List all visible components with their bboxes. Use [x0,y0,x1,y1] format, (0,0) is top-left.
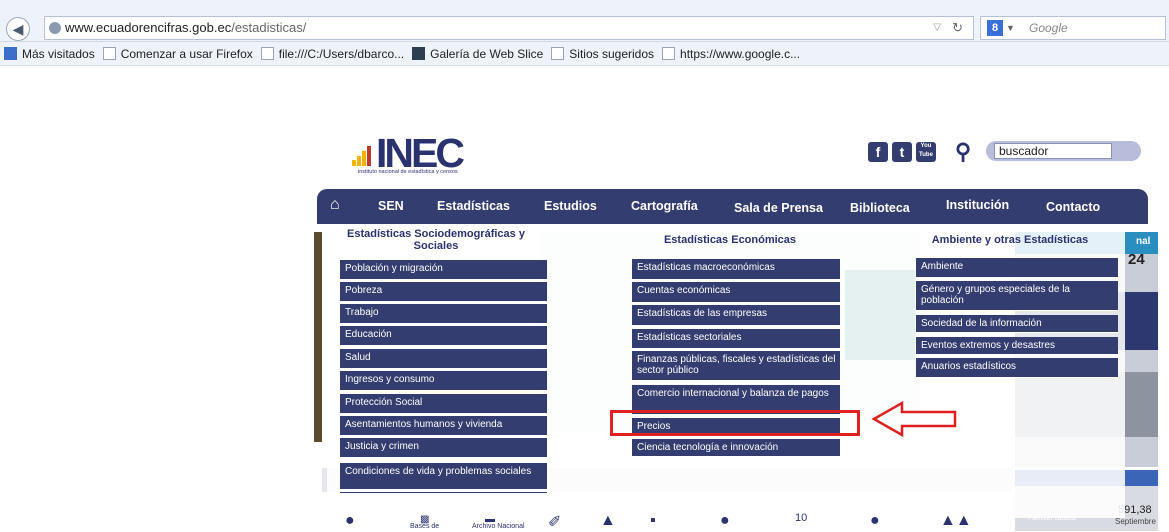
quick-link-label: Bases de [410,523,440,530]
menu-item-poblacion-y-migracion[interactable]: Población y migración [340,260,547,280]
page-icon [102,47,116,60]
inec-logo[interactable]: INEC instituto nacional de estadística y… [352,130,512,176]
search-engine-box[interactable]: 8 ▼ Google [980,16,1166,40]
column-title-ambiente[interactable]: Ambiente y otras Estadísticas [915,234,1105,246]
user-icon[interactable]: ● [870,512,880,530]
page-icon [551,47,565,60]
bookmark-item[interactable]: Galería de Web Slice [412,47,543,61]
menu-item-justicia-y-crimen[interactable]: Justicia y crimen [340,438,547,458]
menu-item-ingresos-y-consumo[interactable]: Ingresos y consumo [340,371,547,391]
search-input[interactable]: buscador [994,143,1112,159]
side-top-number: 24 [1128,251,1145,268]
chart-icon[interactable]: ● [345,512,355,530]
nav-item-estadisticas[interactable]: Estadísticas [437,199,510,213]
quick-link-label: Archivo Nacional [472,523,525,530]
page-icon [260,47,274,60]
menu-item-estadisticas-sectoriales[interactable]: Estadísticas sectoriales [632,329,840,349]
youtube-icon[interactable]: You Tube [916,142,936,162]
map-icon[interactable]: ▪ [650,512,656,530]
canasta-month: Septiembre [1115,517,1156,526]
bookmark-label: file:///C:/Users/dbarco... [278,46,405,61]
bookmark-item[interactable]: Más visitados [4,47,95,61]
bookmark-item[interactable]: Sitios sugeridos [551,47,654,61]
nav-item-sala-de-prensa[interactable]: Sala de Prensa [734,201,823,215]
bookmark-item[interactable]: Comenzar a usar Firefox [102,46,253,61]
bookmarks-icon [4,47,17,60]
bookmark-label: Sitios sugeridos [569,46,655,61]
menu-item-genero-y-grupos-especiales-de-la-poblacion[interactable]: Género y grupos especiales de la poblaci… [916,281,1118,311]
banner-image-left [314,232,322,442]
bookmark-label: Comenzar a usar Firefox [120,46,253,61]
group-icon[interactable]: ▲▲ [940,512,972,530]
logo-tagline: instituto nacional de estadística y cens… [358,169,458,175]
nav-item-contacto[interactable]: Contacto [1046,200,1100,214]
url-domain: www.ecuadorencifras.gob.ec [65,20,232,35]
menu-item-ciencia-tecnologia-e-innovacion[interactable]: Ciencia tecnología e innovación [632,439,840,457]
menu-item-ambiente[interactable]: Ambiente [916,258,1118,278]
back-arrow-icon: ◀ [12,20,24,37]
logo-bar [362,151,366,166]
menu-item-proteccion-social[interactable]: Protección Social [340,394,547,414]
highlight-arrow-icon [871,400,957,438]
highlight-box [610,410,860,436]
address-bar[interactable]: www.ecuadorencifras.gob.ec/estadisticas/… [44,16,974,40]
calendar-icon[interactable]: 10 [795,512,807,524]
search-icon[interactable]: ⚲ [955,139,971,165]
menu-item-finanzas-publicas-fiscales-y-estadisticas-del-sector-publico[interactable]: Finanzas públicas, fiscales y estadístic… [632,351,840,381]
forward-button[interactable] [30,21,42,37]
menu-item-anuarios-estadisticos[interactable]: Anuarios estadísticos [916,358,1118,378]
globe-icon [49,22,61,34]
menu-item-estadisticas-macroeconomicas[interactable]: Estadísticas macroeconómicas [632,259,840,280]
book-icon[interactable]: ▲ [600,512,616,530]
menu-item-educacion[interactable]: Educación [340,326,547,346]
menu-item-trabajo[interactable]: Trabajo [340,304,547,324]
bookmark-label: Galería de Web Slice [430,46,544,61]
url-path: /estadisticas/ [231,20,307,35]
page-icon [662,47,676,60]
dropdown-arrow-icon[interactable]: ▽ [933,17,941,39]
column-title-economicas[interactable]: Estadísticas Económicas [640,234,820,246]
person-icon[interactable]: ● [720,512,730,530]
search-engine-placeholder: Google [1029,21,1068,35]
nav-item-institucion[interactable]: Institución [946,198,1009,212]
menu-item-pobreza[interactable]: Pobreza [340,282,547,302]
logo-bar [357,156,361,166]
twitter-icon[interactable]: t [892,142,912,162]
bookmarks-bar: Más visitados Comenzar a usar Firefox file… [0,42,1169,66]
facebook-icon[interactable]: f [868,142,888,162]
side-top-label: nal [1136,236,1151,247]
nav-item-biblioteca[interactable]: Biblioteca [850,201,910,215]
logo-bar [352,160,356,166]
menu-item-salud[interactable]: Salud [340,349,547,369]
nav-item-estudios[interactable]: Estudios [544,199,597,213]
google-icon[interactable]: 8 [987,20,1003,36]
menu-item-asentamientos-humanos-y-vivienda[interactable]: Asentamientos humanos y vivienda [340,416,547,436]
menu-item-sociedad-de-la-informacion[interactable]: Sociedad de la información [916,315,1118,333]
menu-item-cuentas-economicas[interactable]: Cuentas económicas [632,282,840,303]
bookmark-label: Más visitados [22,46,95,61]
menu-item-condiciones-de-vida-y-problemas-sociales[interactable]: Condiciones de vida y problemas sociales [340,463,547,490]
bookmark-item[interactable]: https://www.google.c... [662,47,800,61]
bookmark-item[interactable]: file:///C:/Users/dbarco... [260,46,405,61]
tools-icon[interactable]: ✐ [548,512,561,532]
back-button[interactable]: ◀ [6,17,30,41]
column-title-sociodemograficas[interactable]: Estadísticas Sociodemográficas y Sociale… [336,228,536,252]
reload-icon[interactable]: ↻ [952,17,963,39]
menu-item-eventos-extremos-y-desastres[interactable]: Eventos extremos y desastres [916,337,1118,355]
bookmark-label: https://www.google.c... [680,46,801,61]
menu-item-estadisticas-de-las-empresas[interactable]: Estadísticas de las empresas [632,305,840,326]
chevron-down-icon[interactable]: ▼ [1006,17,1015,39]
nav-item-sen[interactable]: SEN [378,199,404,213]
logo-bar [367,146,371,166]
home-icon[interactable]: ⌂ [330,196,340,214]
nav-item-cartografia[interactable]: Cartografía [631,199,698,213]
web-slice-icon [412,47,426,60]
